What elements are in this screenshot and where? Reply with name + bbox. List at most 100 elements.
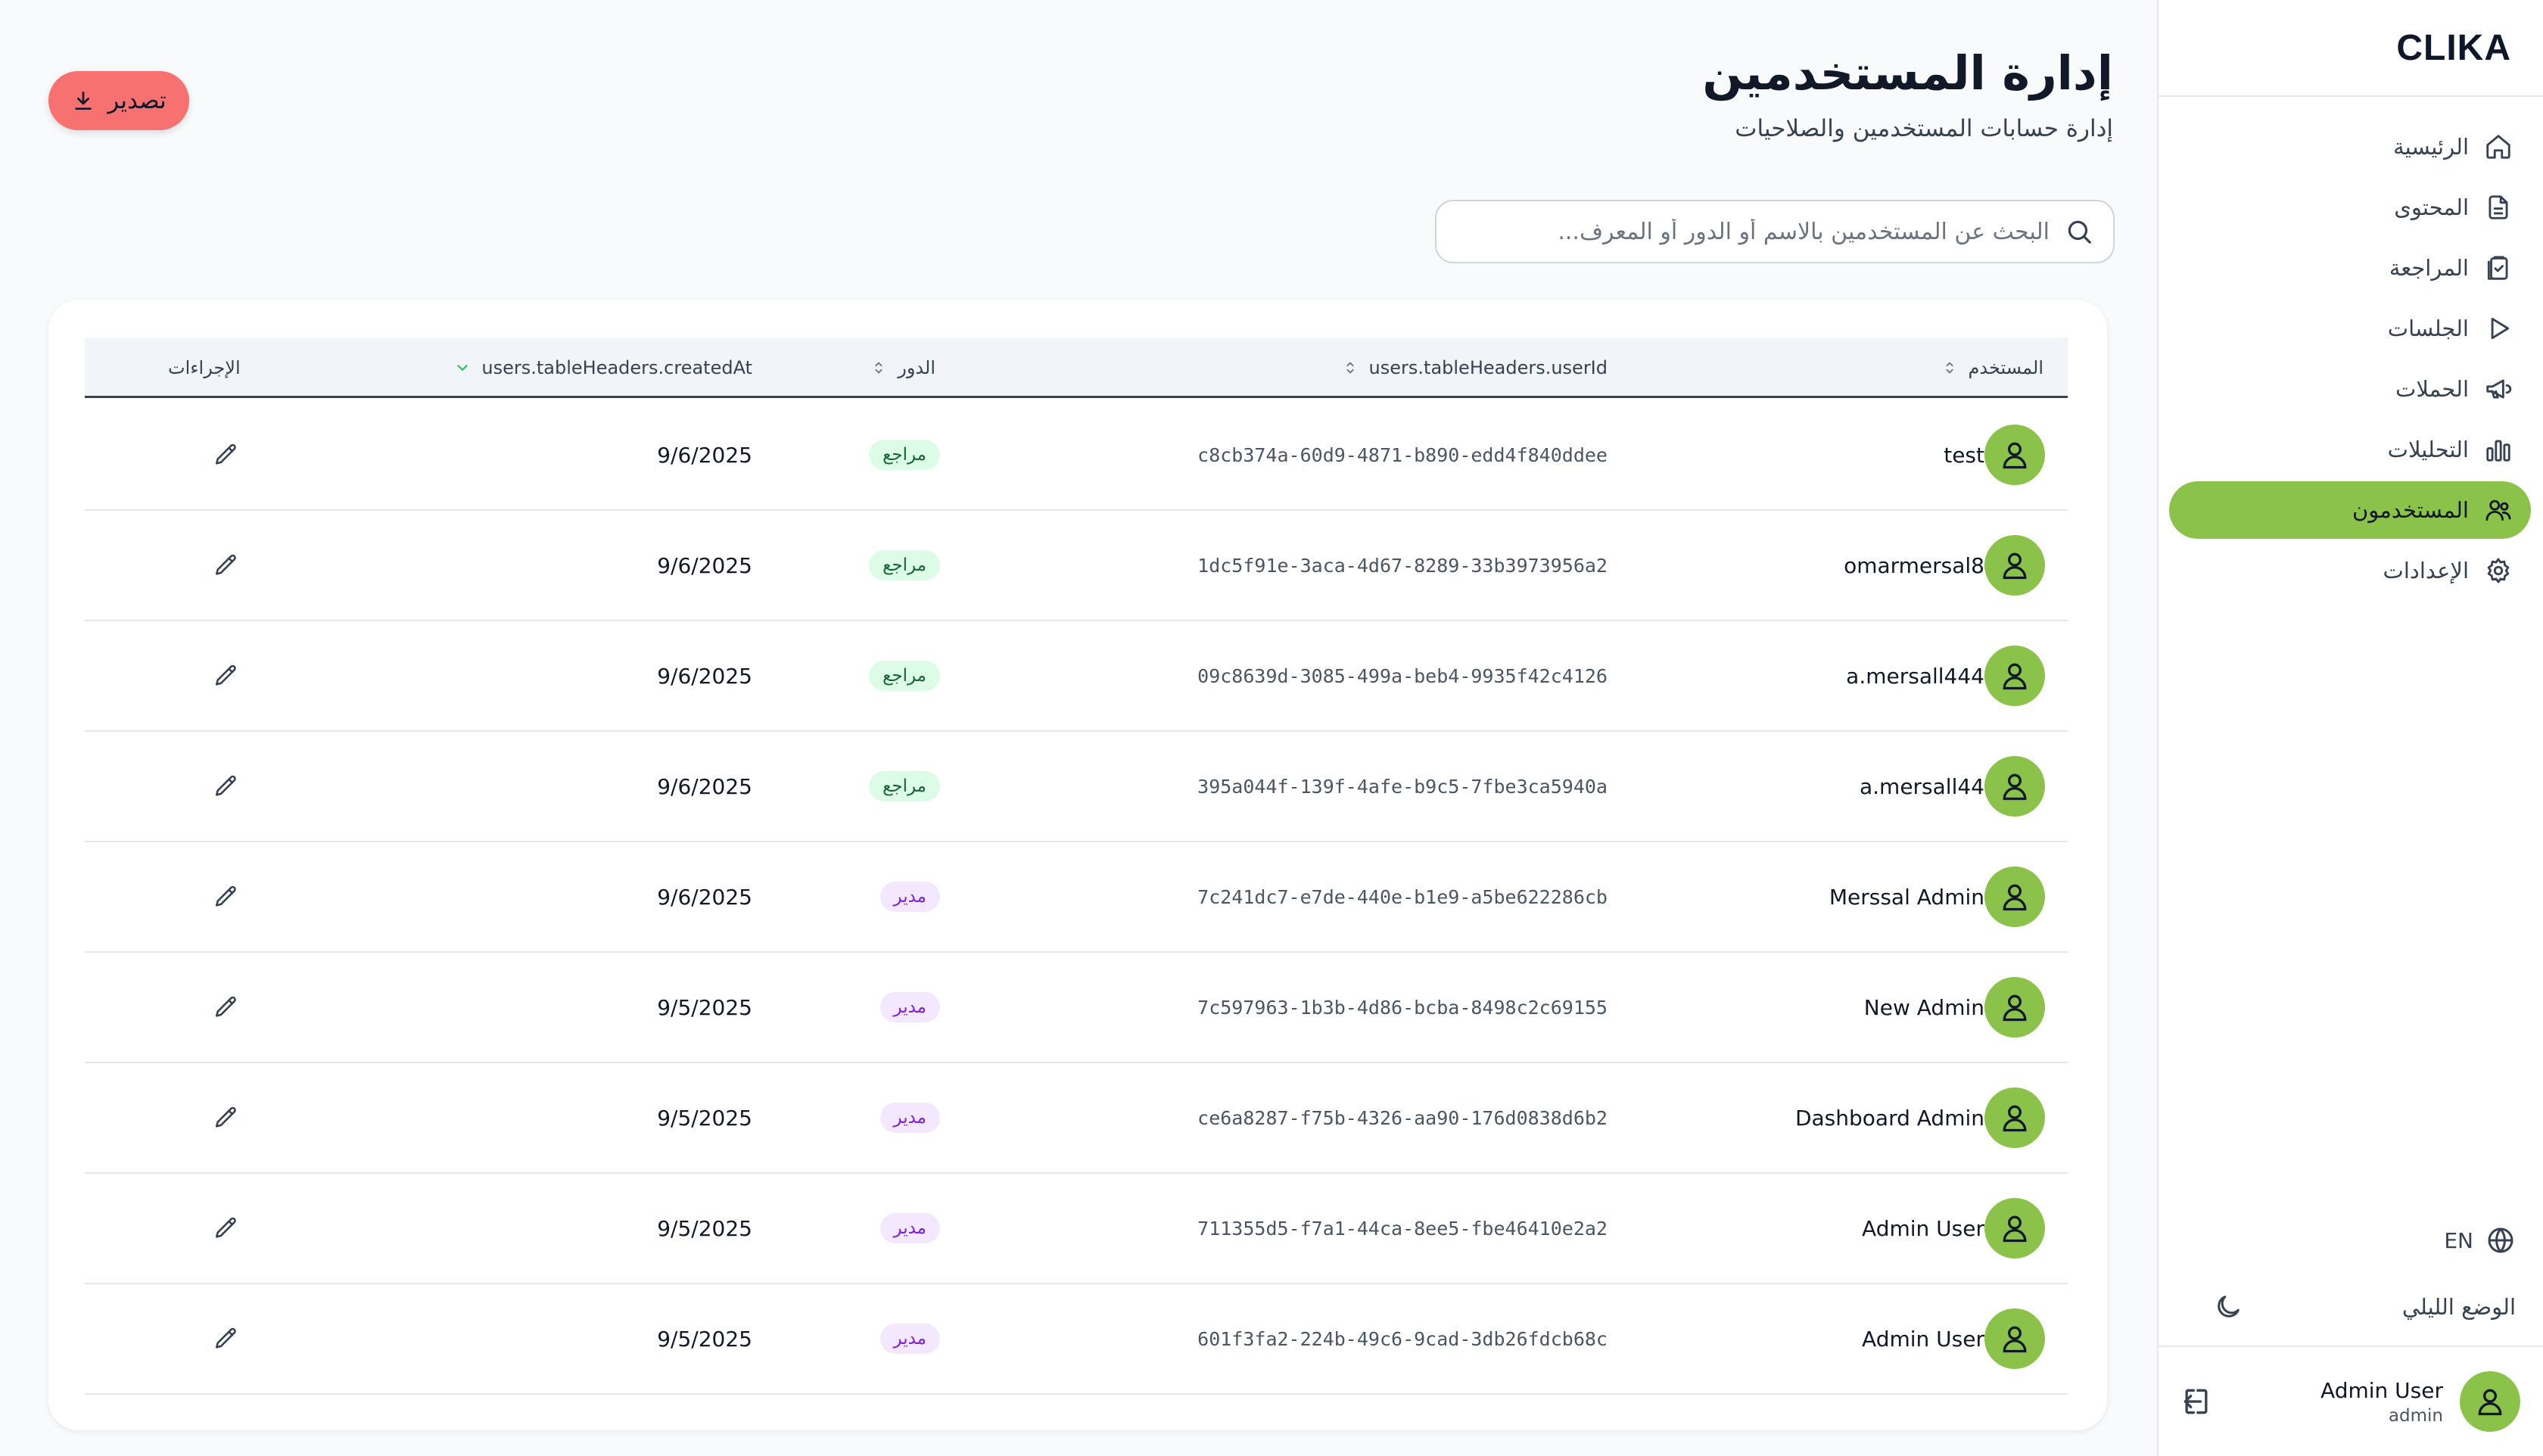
user-name: New Admin (1863, 994, 1984, 1020)
user-id: ce6a8287-f75b-4326-aa90-176d0838d6b2 (1197, 1106, 1608, 1129)
user-id: 1dc5f91e-3aca-4d67-8289-33b3973956a2 (1197, 554, 1608, 577)
edit-button[interactable] (213, 621, 239, 730)
pencil-icon (215, 1217, 236, 1238)
role-badge: مدير (879, 1103, 940, 1133)
export-button[interactable]: تصدير (48, 71, 189, 130)
sidebar-item-label: التحليلات (2387, 437, 2469, 462)
language-label: EN (2444, 1227, 2473, 1253)
created-date: 9/6/2025 (657, 884, 752, 910)
table-row[interactable]: Merssal Admin 7c241dc7-e7de-440e-b1e9-a5… (85, 842, 2068, 953)
role-badge: مراجع (869, 661, 940, 691)
edit-button[interactable] (213, 1284, 239, 1393)
search-input[interactable] (1436, 218, 2050, 245)
table-row[interactable]: test c8cb374a-60d9-4871-b890-edd4f840dde… (85, 400, 2068, 511)
user-icon (2003, 884, 2027, 911)
sidebar-item-campaigns[interactable]: الحملات (2169, 360, 2531, 418)
role-badge: مراجع (869, 771, 940, 801)
user-name: test (1944, 442, 1984, 468)
pencil-icon (215, 1106, 236, 1128)
users-table: المستخدم users.tableHeaders.userId الدور… (48, 300, 2107, 1430)
home-icon (2486, 135, 2510, 159)
language-switcher[interactable]: EN (2183, 1214, 2516, 1267)
sidebar-item-sessions[interactable]: الجلسات (2169, 300, 2531, 357)
sort-icon (875, 362, 882, 374)
sidebar-item-settings[interactable]: الإعدادات (2169, 542, 2531, 599)
user-cell: Dashboard Admin (1795, 1063, 2045, 1172)
user-icon (2003, 552, 2027, 580)
user-cell: Merssal Admin (1829, 842, 2045, 951)
pencil-icon (215, 996, 236, 1017)
created-date: 9/6/2025 (657, 552, 752, 578)
dark-mode-toggle[interactable]: الوضع الليلي (2183, 1279, 2516, 1335)
role-badge: مدير (879, 1213, 940, 1243)
role-badge: مراجع (869, 550, 940, 580)
sidebar-item-review[interactable]: المراجعة (2169, 239, 2531, 297)
role-cell: مدير (879, 953, 940, 1062)
sidebar-item-analytics[interactable]: التحليلات (2169, 421, 2531, 478)
user-cell: New Admin (1864, 953, 2045, 1062)
column-header-role[interactable]: الدور (870, 338, 935, 398)
created-date: 9/5/2025 (657, 1215, 752, 1241)
user-id: 7c597963-1b3b-4d86-bcba-8498c2c69155 (1197, 996, 1608, 1019)
created-date: 9/6/2025 (657, 442, 752, 468)
user-name: a.mersall444 (1846, 663, 1984, 689)
column-label: المستخدم (1968, 357, 2043, 378)
export-label: تصدير (107, 87, 167, 114)
chevron-down-icon (457, 365, 468, 371)
user-cell: test (1944, 400, 2045, 509)
edit-button[interactable] (213, 511, 239, 620)
user-cell: a.mersall44 (1860, 732, 2045, 841)
logout-icon[interactable] (2180, 1385, 2213, 1418)
sidebar-item-home[interactable]: الرئيسية (2169, 118, 2531, 176)
column-header-user-id[interactable]: users.tableHeaders.userId (1342, 338, 1608, 398)
table-row[interactable]: a.mersall44 395a044f-139f-4afe-b9c5-7fbe… (85, 732, 2068, 842)
user-name: Merssal Admin (1829, 884, 1984, 910)
table-row[interactable]: a.mersall444 09c8639d-3085-499a-beb4-993… (85, 621, 2068, 732)
sort-icon (1346, 362, 1354, 374)
created-date: 9/5/2025 (657, 1105, 752, 1131)
sidebar-item-content[interactable]: المحتوى (2169, 179, 2531, 236)
column-label: users.tableHeaders.userId (1368, 357, 1608, 378)
user-icon (2003, 1215, 2027, 1243)
table-row[interactable]: Admin User 601f3fa2-224b-49c6-9cad-3db26… (85, 1284, 2068, 1395)
avatar (1984, 866, 2045, 927)
table-row[interactable]: New Admin 7c597963-1b3b-4d86-bcba-8498c2… (85, 953, 2068, 1063)
sidebar-item-label: المحتوى (2394, 194, 2469, 220)
edit-button[interactable] (213, 842, 239, 951)
created-date: 9/5/2025 (657, 1326, 752, 1352)
user-cell: Admin User (1862, 1284, 2045, 1393)
table-row[interactable]: Dashboard Admin ce6a8287-f75b-4326-aa90-… (85, 1063, 2068, 1174)
avatar (1984, 1198, 2045, 1258)
avatar (1984, 646, 2045, 706)
table-row[interactable]: Admin User 711355d5-f7a1-44ca-8ee5-fbe46… (85, 1174, 2068, 1284)
column-label: الإجراءات (168, 357, 241, 378)
role-cell: مراجع (869, 732, 940, 841)
avatar (2460, 1371, 2520, 1432)
role-badge: مدير (879, 992, 940, 1022)
column-label: users.tableHeaders.createdAt (481, 357, 752, 378)
user-id: 711355d5-f7a1-44ca-8ee5-fbe46410e2a2 (1197, 1217, 1608, 1240)
sidebar-item-users[interactable]: المستخدمون (2169, 481, 2531, 539)
edit-button[interactable] (213, 953, 239, 1062)
column-label: الدور (898, 357, 935, 378)
dark-mode-label: الوضع الليلي (2401, 1294, 2516, 1320)
edit-button[interactable] (213, 732, 239, 841)
column-header-created-at[interactable]: users.tableHeaders.createdAt (454, 338, 752, 398)
user-name: a.mersall44 (1859, 773, 1984, 799)
edit-button[interactable] (213, 1063, 239, 1172)
edit-button[interactable] (213, 1174, 239, 1283)
edit-button[interactable] (213, 400, 239, 509)
brand-logo[interactable]: CLIKA (2159, 0, 2543, 97)
table-row[interactable]: omarmersal8 1dc5f91e-3aca-4d67-8289-33b3… (85, 511, 2068, 621)
avatar (1984, 535, 2045, 596)
moon-icon (2218, 1296, 2240, 1318)
column-header-user[interactable]: المستخدم (1941, 338, 2043, 398)
users-icon (2485, 499, 2511, 521)
sidebar-item-label: الإعدادات (2383, 558, 2469, 583)
bar-chart-icon (2486, 440, 2510, 462)
globe-icon (2488, 1227, 2513, 1253)
user-icon (2003, 1326, 2027, 1353)
search-box (1435, 200, 2115, 263)
avatar (1984, 977, 2045, 1038)
role-cell: مراجع (869, 511, 940, 620)
